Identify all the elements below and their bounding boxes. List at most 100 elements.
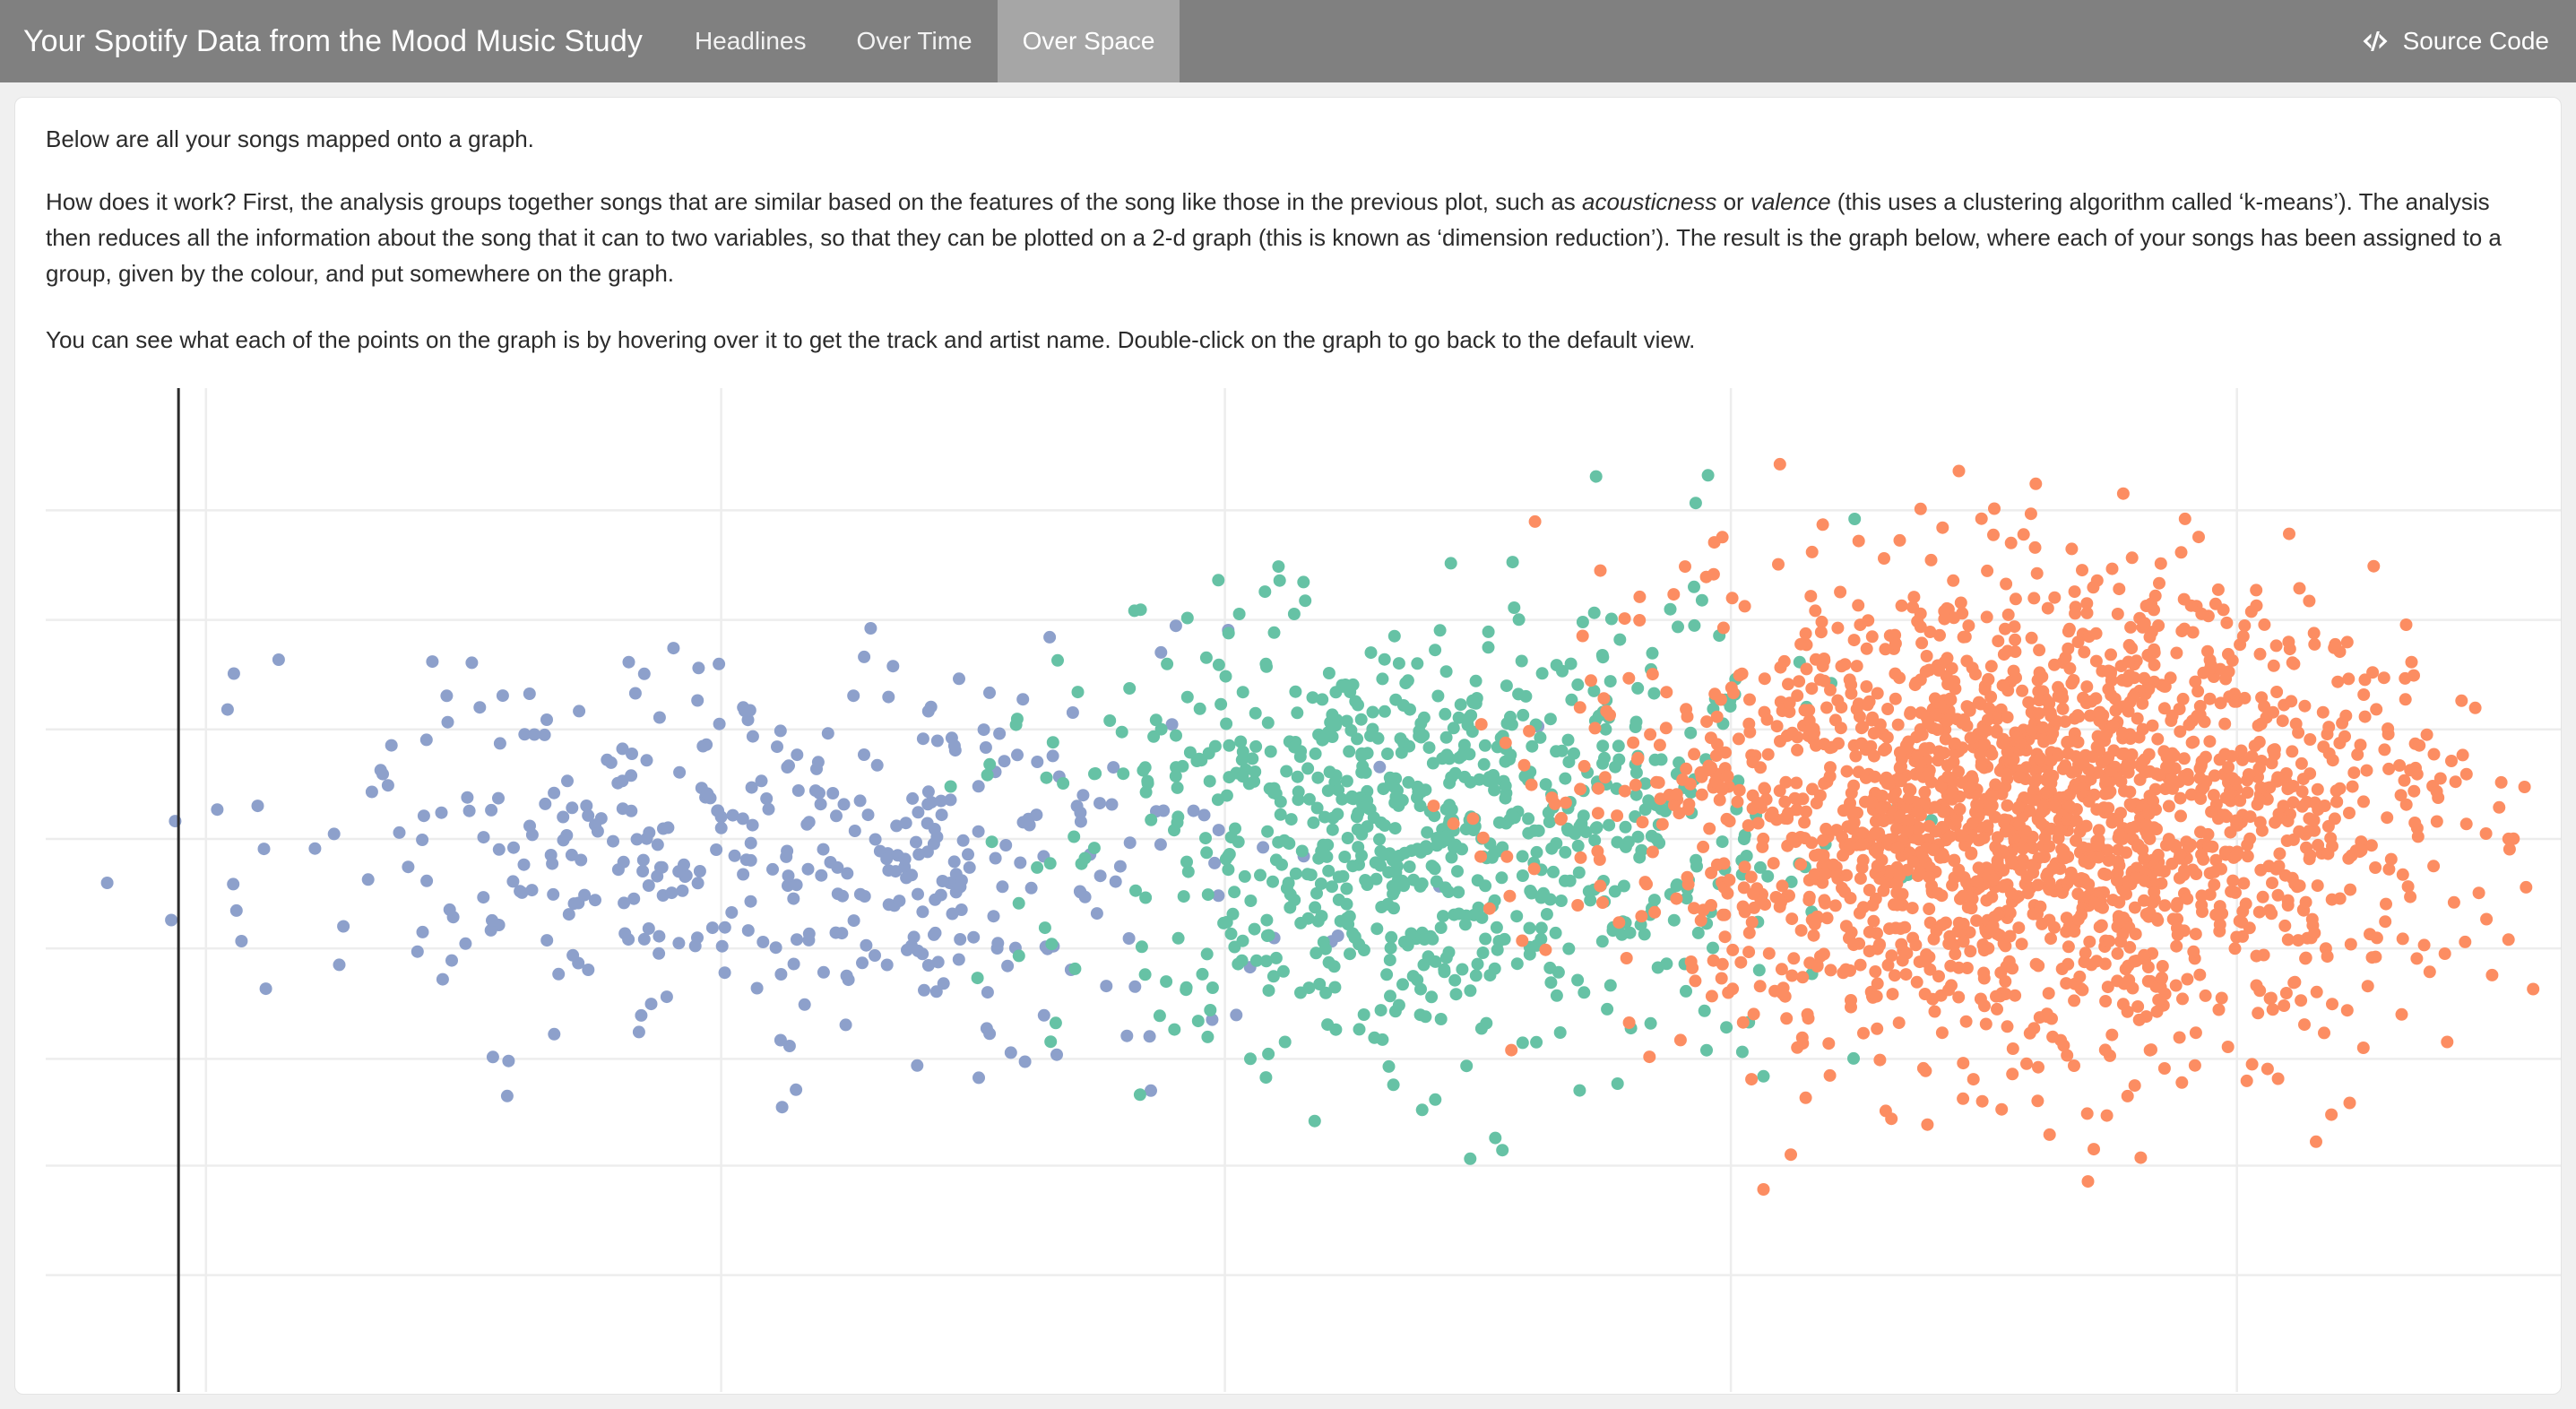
data-point[interactable] — [1470, 969, 1482, 981]
data-point[interactable] — [1551, 659, 1563, 671]
data-point[interactable] — [641, 754, 653, 766]
data-point[interactable] — [1647, 846, 1659, 859]
data-point[interactable] — [2295, 994, 2307, 1007]
data-point[interactable] — [2044, 706, 2057, 719]
data-point[interactable] — [2493, 801, 2505, 814]
data-point[interactable] — [1694, 766, 1707, 779]
data-point[interactable] — [1779, 776, 1792, 789]
data-point[interactable] — [1094, 797, 1106, 809]
data-point[interactable] — [1145, 814, 1157, 826]
data-point[interactable] — [2079, 947, 2092, 959]
data-point[interactable] — [1785, 912, 1798, 925]
data-point[interactable] — [2062, 625, 2075, 637]
data-point[interactable] — [1716, 972, 1728, 985]
data-point[interactable] — [1519, 690, 1532, 703]
data-point[interactable] — [2303, 595, 2315, 608]
data-point[interactable] — [667, 642, 679, 654]
tab-headlines[interactable]: Headlines — [670, 0, 832, 82]
data-point[interactable] — [2427, 860, 2440, 872]
data-point[interactable] — [1973, 834, 1985, 846]
data-point[interactable] — [1915, 620, 1927, 633]
data-point[interactable] — [756, 936, 769, 948]
data-point[interactable] — [2209, 866, 2221, 878]
data-point[interactable] — [1998, 814, 2010, 826]
data-point[interactable] — [2139, 617, 2151, 629]
data-point[interactable] — [2274, 812, 2286, 825]
data-point[interactable] — [2272, 1073, 2285, 1085]
data-point[interactable] — [1685, 955, 1698, 968]
data-point[interactable] — [1171, 782, 1184, 794]
data-point[interactable] — [1727, 687, 1740, 699]
data-point[interactable] — [1681, 871, 1694, 884]
data-point[interactable] — [612, 863, 625, 876]
data-point[interactable] — [2117, 912, 2130, 924]
data-point[interactable] — [1676, 774, 1689, 786]
data-point[interactable] — [2155, 558, 2167, 570]
data-point[interactable] — [1209, 740, 1222, 753]
data-point[interactable] — [486, 914, 498, 927]
data-point[interactable] — [1871, 1023, 1883, 1035]
data-point[interactable] — [1652, 962, 1664, 974]
data-point[interactable] — [1050, 1049, 1063, 1061]
data-point[interactable] — [1373, 833, 1386, 845]
data-point[interactable] — [2273, 847, 2286, 860]
data-point[interactable] — [1627, 737, 1639, 749]
data-point[interactable] — [2071, 709, 2084, 722]
data-point[interactable] — [2230, 815, 2243, 827]
data-point[interactable] — [221, 704, 234, 716]
data-point[interactable] — [165, 914, 177, 927]
data-point[interactable] — [2186, 737, 2199, 749]
data-point[interactable] — [1559, 773, 1571, 785]
data-point[interactable] — [1260, 914, 1273, 927]
data-point[interactable] — [2287, 834, 2300, 846]
data-point[interactable] — [1297, 575, 1310, 588]
data-point[interactable] — [440, 689, 453, 702]
data-point[interactable] — [1633, 851, 1646, 864]
data-point[interactable] — [1411, 657, 1423, 670]
data-point[interactable] — [566, 949, 579, 962]
data-point[interactable] — [2060, 977, 2072, 990]
data-point[interactable] — [1742, 819, 1755, 832]
data-point[interactable] — [1288, 608, 1301, 620]
data-point[interactable] — [629, 687, 642, 700]
data-point[interactable] — [1249, 923, 1261, 936]
data-point[interactable] — [1743, 694, 1756, 706]
data-point[interactable] — [1930, 708, 1942, 721]
data-point[interactable] — [2369, 951, 2382, 964]
data-point[interactable] — [1964, 945, 1976, 957]
data-point[interactable] — [393, 826, 406, 839]
data-point[interactable] — [2043, 840, 2055, 852]
data-point[interactable] — [1001, 960, 1014, 972]
data-point[interactable] — [2121, 764, 2133, 776]
data-point[interactable] — [826, 787, 839, 800]
data-point[interactable] — [497, 689, 509, 702]
data-point[interactable] — [1825, 964, 1837, 976]
data-point[interactable] — [1919, 955, 1932, 968]
data-point[interactable] — [2299, 952, 2312, 964]
data-point[interactable] — [2144, 765, 2157, 778]
data-point[interactable] — [1539, 944, 1552, 956]
data-point[interactable] — [1228, 941, 1240, 954]
data-point[interactable] — [1384, 772, 1396, 784]
data-point[interactable] — [1545, 843, 1558, 855]
data-point[interactable] — [1621, 952, 1633, 964]
data-point[interactable] — [1742, 718, 1755, 730]
data-point[interactable] — [2192, 531, 2205, 543]
data-point[interactable] — [1516, 935, 1528, 947]
data-point[interactable] — [1423, 741, 1436, 754]
data-point[interactable] — [1381, 748, 1394, 760]
data-point[interactable] — [1377, 782, 1389, 795]
data-point[interactable] — [1402, 939, 1414, 952]
data-point[interactable] — [1170, 730, 1182, 742]
data-point[interactable] — [1893, 1016, 1906, 1029]
data-point[interactable] — [2319, 800, 2331, 812]
data-point[interactable] — [2215, 696, 2227, 709]
data-point[interactable] — [2399, 693, 2412, 705]
data-point[interactable] — [1517, 1036, 1529, 1049]
data-point[interactable] — [2356, 844, 2368, 857]
data-point[interactable] — [1907, 856, 1920, 869]
data-point[interactable] — [2033, 707, 2045, 720]
data-point[interactable] — [1714, 794, 1726, 807]
data-point[interactable] — [1365, 646, 1378, 659]
data-point[interactable] — [1270, 853, 1283, 866]
